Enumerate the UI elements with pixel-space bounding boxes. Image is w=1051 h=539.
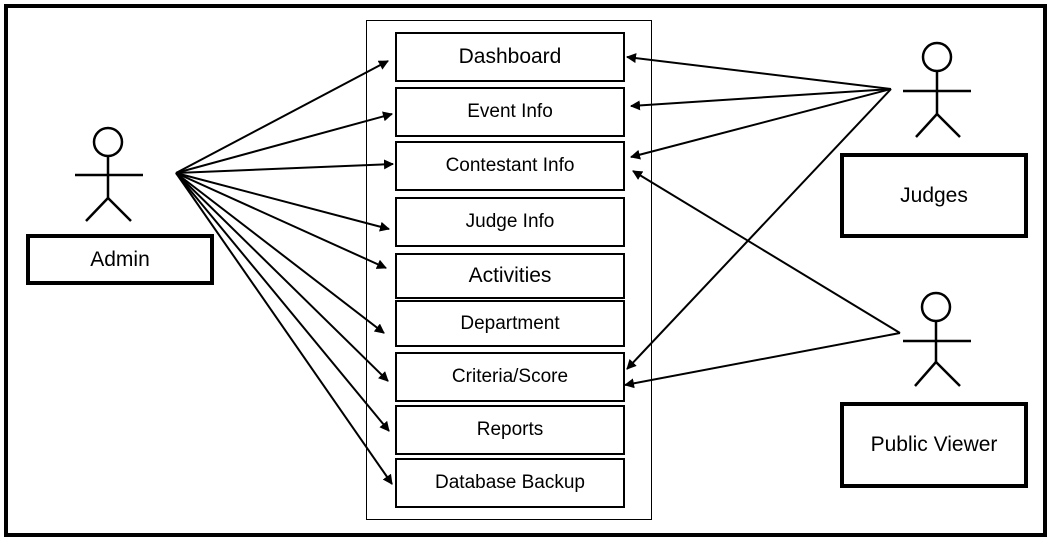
association-admin-to-contestant-info: [175, 159, 394, 174]
association-admin-to-dashboard: [175, 60, 389, 174]
association-judges-to-event-info: [630, 88, 892, 111]
actor-icon-public-viewer: [903, 291, 971, 387]
association-judges-to-dashboard: [626, 53, 892, 90]
association-judges-to-criteria-score: [626, 88, 892, 370]
actor-icon-judges: [903, 41, 971, 138]
association-judges-to-contestant-info: [630, 88, 892, 160]
association-admin-to-reports: [175, 172, 390, 432]
diagram-canvas: [75, 41, 971, 485]
association-admin-to-database-backup: [175, 172, 393, 485]
association-admin-to-criteria-score: [175, 172, 389, 382]
association-admin-to-event-info: [175, 111, 393, 174]
actor-icon-admin: [75, 126, 143, 222]
association-public-viewer-to-contestant-info: [632, 170, 901, 334]
association-public-viewer-to-criteria-score: [624, 332, 901, 389]
